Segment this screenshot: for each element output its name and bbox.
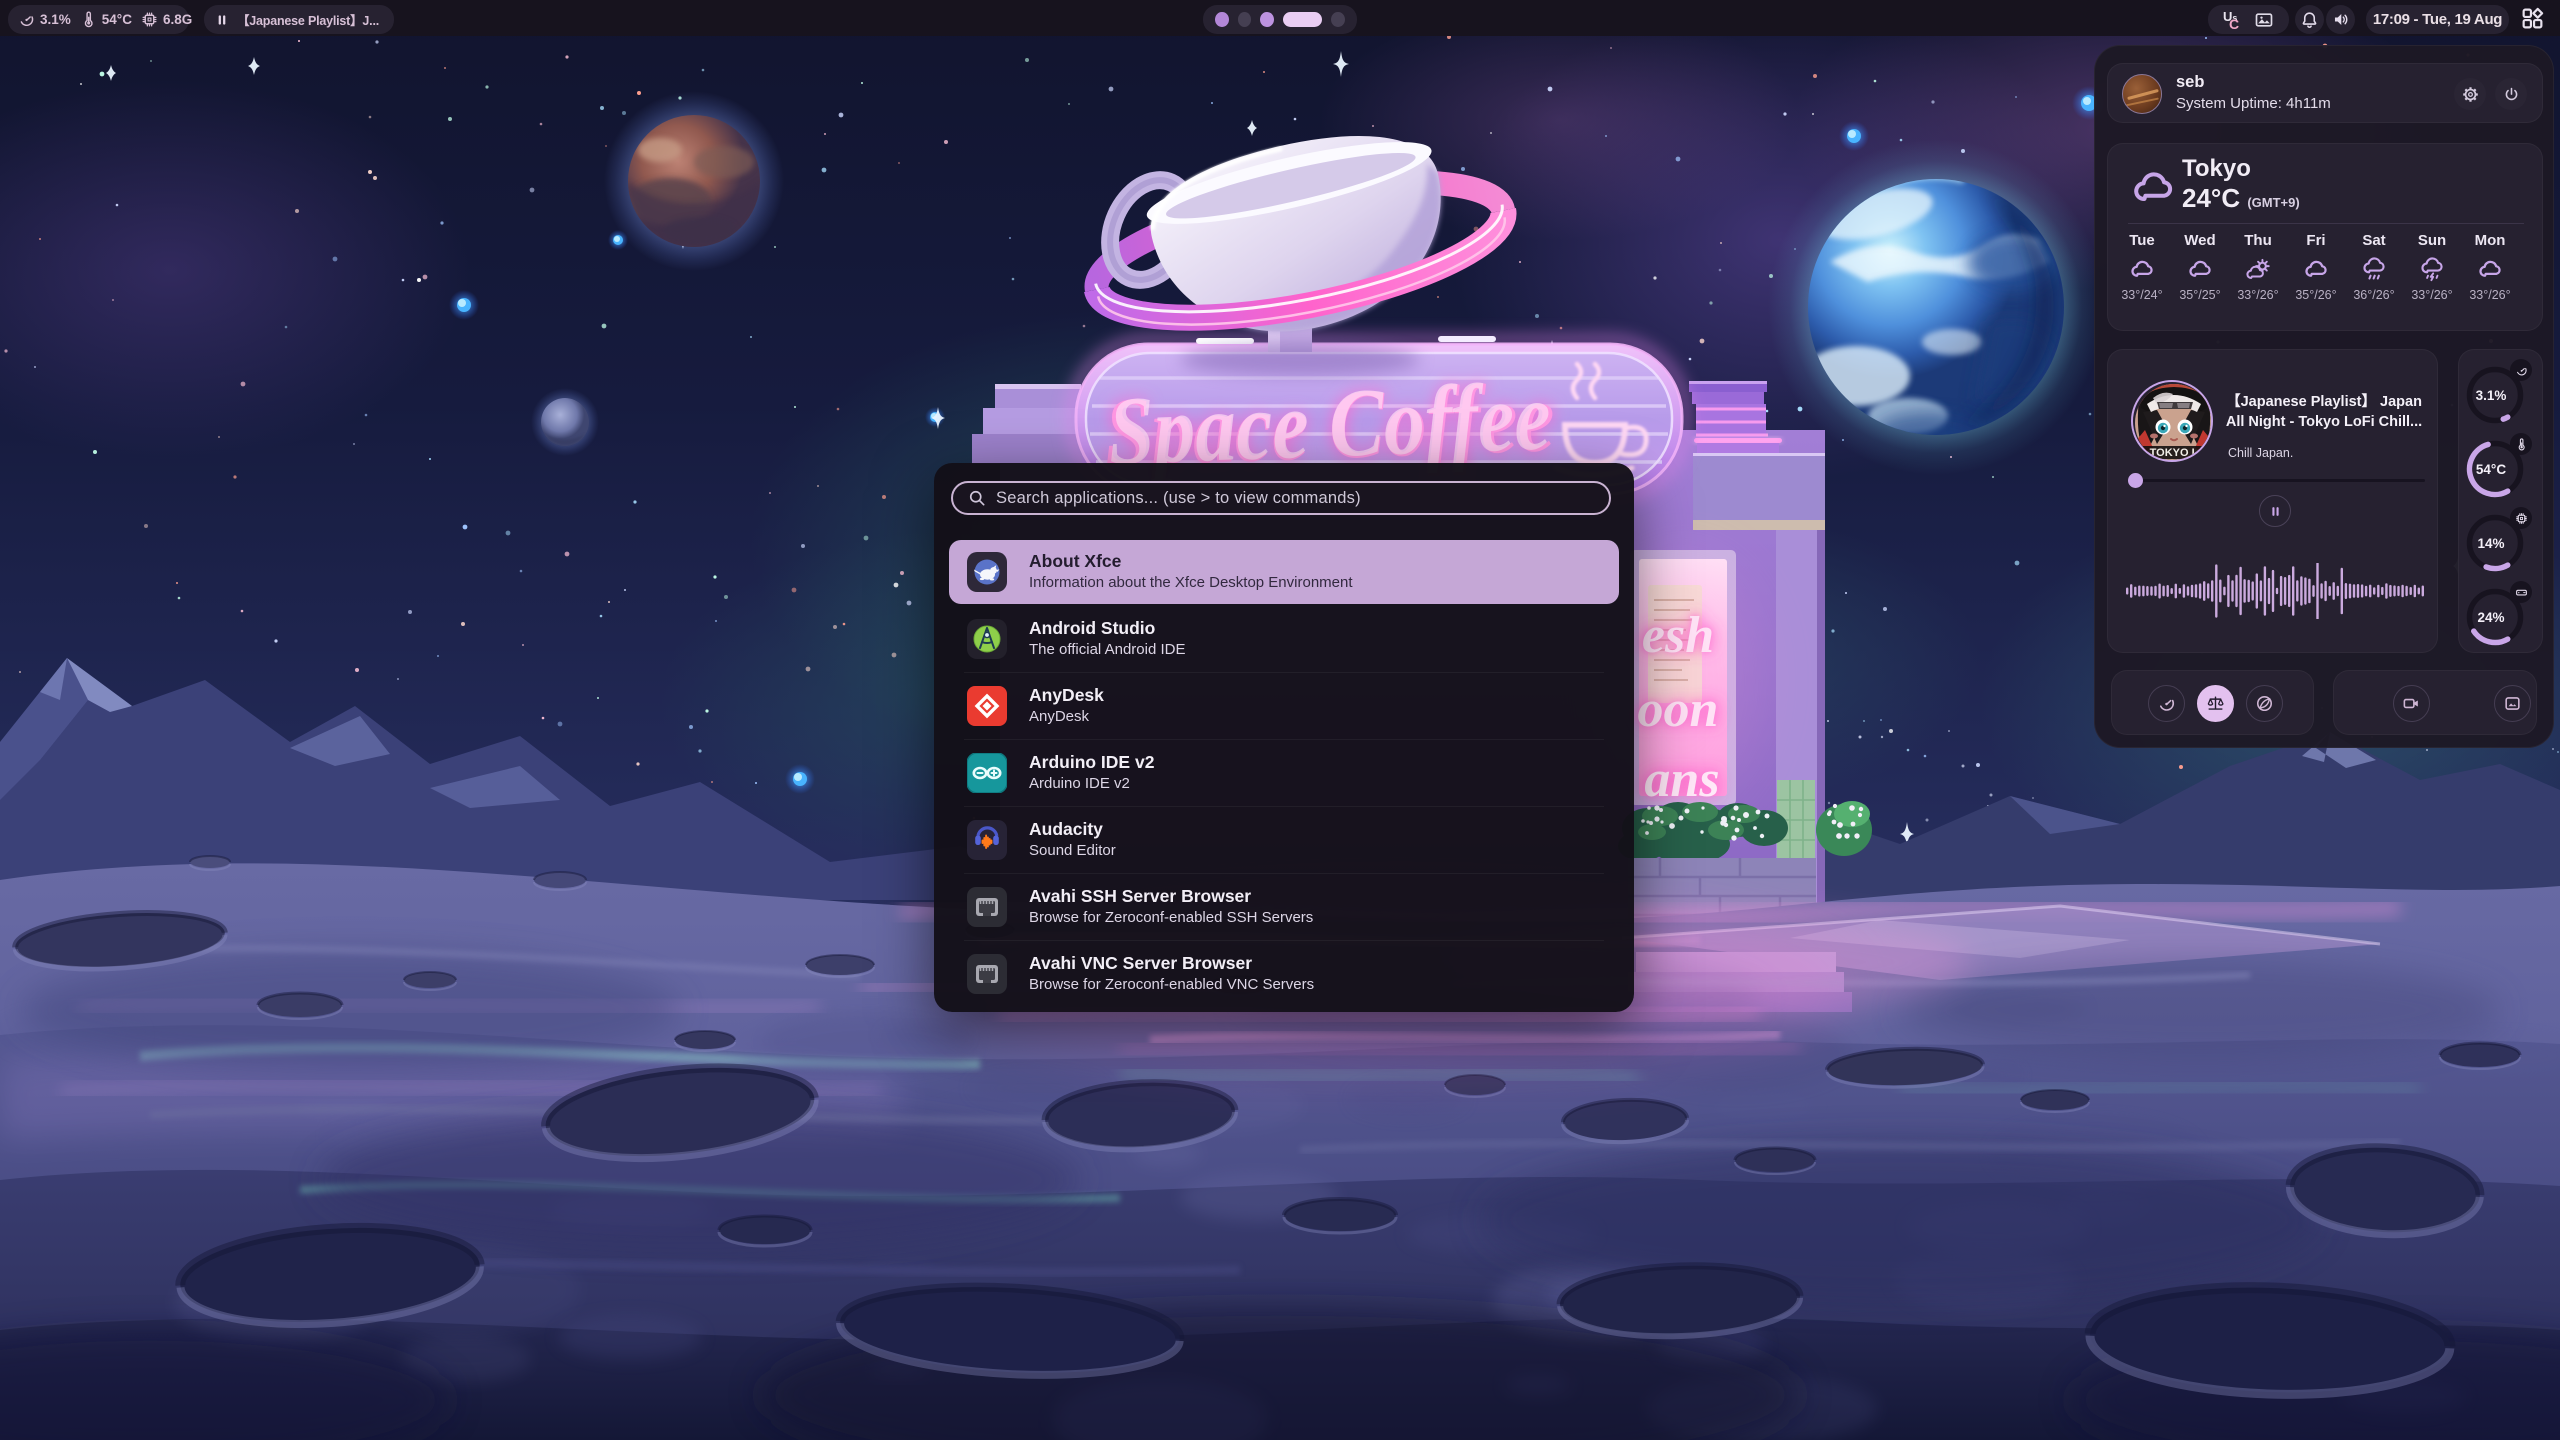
svg-text:TOKYO L: TOKYO L: [2150, 447, 2199, 459]
